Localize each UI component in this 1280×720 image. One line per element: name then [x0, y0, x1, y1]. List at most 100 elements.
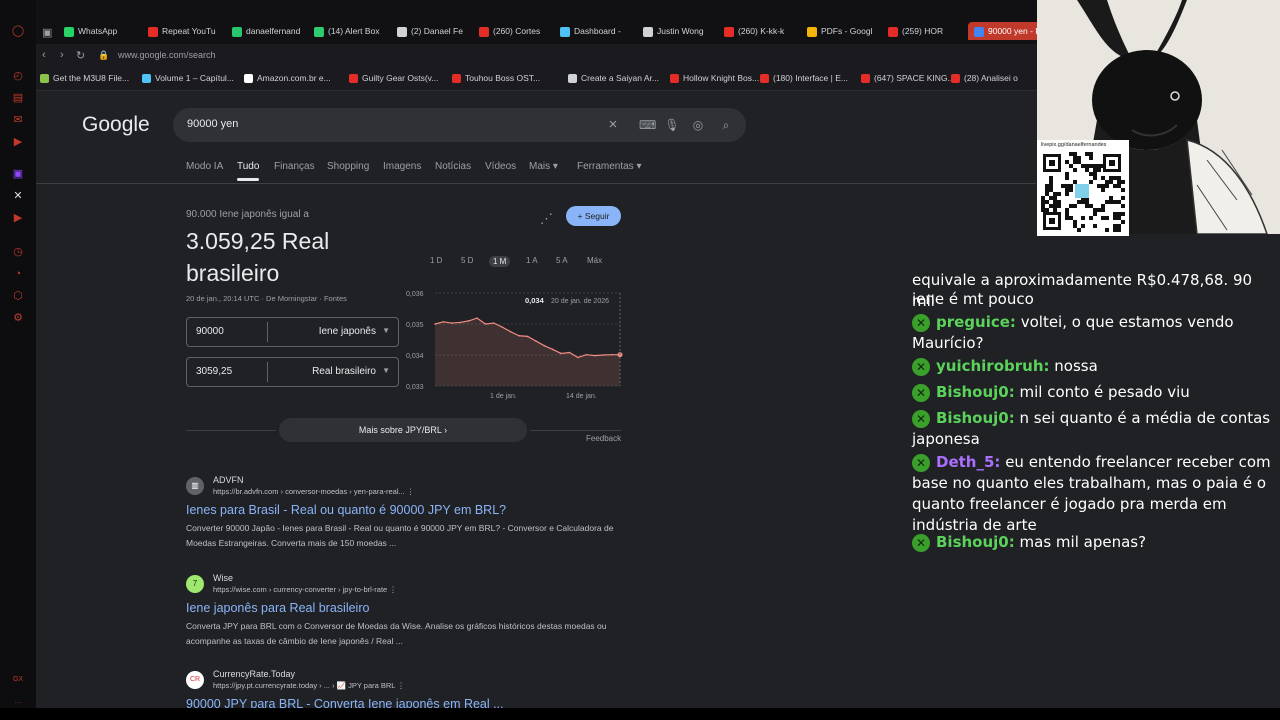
browser-tab[interactable]: Dashboard - — [560, 22, 632, 40]
from-currency-select[interactable]: Iene japonês — [319, 326, 376, 337]
opera-sidebar: ◯ ◴ ▤ ✉ ▶ ▣ ✕ ▶ ◷ ◔ ⬡ ⚙ GX … — [0, 0, 36, 708]
chat-username[interactable]: Bishouj0: — [936, 383, 1015, 401]
from-currency-field[interactable]: 90000 Iene japonês ▼ — [186, 317, 399, 347]
range-button[interactable]: 5 A — [556, 256, 568, 265]
range-button[interactable]: 5 D — [461, 256, 473, 265]
share-icon[interactable]: ⋰ — [540, 211, 553, 227]
extensions-icon[interactable]: ⬡ — [11, 289, 25, 303]
search-box[interactable]: 90000 yen × ⌨ 🎙 ◎ ⌕ — [173, 108, 746, 142]
result-site-name[interactable]: CurrencyRate.Today — [213, 669, 295, 679]
filter-tab[interactable]: Imagens — [383, 161, 421, 172]
range-button[interactable]: 1 D — [430, 256, 442, 265]
chat-username[interactable]: Bishouj0: — [936, 409, 1015, 427]
bookmark-item[interactable]: (647) SPACE KING... — [861, 73, 955, 84]
opera-logo-icon[interactable]: ◯ — [11, 24, 25, 38]
more-icon[interactable]: … — [11, 695, 25, 708]
filter-tab[interactable]: Tudo — [237, 161, 260, 181]
result-url[interactable]: https://wise.com › currency-converter › … — [213, 585, 397, 594]
result-site-name[interactable]: Wise — [213, 573, 233, 583]
result-url[interactable]: https://br.advfn.com › conversor-moedas … — [213, 487, 414, 496]
result-url[interactable]: https://jpy.pt.currencyrate.today › ... … — [213, 681, 405, 690]
back-icon[interactable]: ‹ — [42, 49, 46, 61]
browser-tab[interactable]: 90000 yen - P — [968, 22, 1042, 40]
result-title-link[interactable]: Iene japonês para Real brasileiro — [186, 601, 369, 615]
to-currency-field[interactable]: 3059,25 Real brasileiro ▼ — [186, 357, 399, 387]
browser-tab[interactable]: (14) Alert Box — [314, 22, 386, 40]
forward-icon[interactable]: › — [60, 49, 64, 61]
exchange-rate-chart[interactable]: 0,036 0,035 0,034 0,033 0,034 20 de jan. de 2… — [404, 285, 654, 400]
browser-tab[interactable]: WhatsApp — [64, 22, 136, 40]
range-button[interactable]: 1 A — [526, 256, 538, 265]
from-amount[interactable]: 90000 — [196, 326, 224, 337]
browser-tab[interactable]: (2) Danael Fe — [397, 22, 469, 40]
tab-favicon-icon — [314, 26, 324, 37]
browser-tab[interactable]: danaelfernand — [232, 22, 304, 40]
feedback-link[interactable]: Feedback — [586, 434, 621, 443]
filter-tab[interactable]: Modo IA — [186, 161, 223, 172]
range-button[interactable]: 1 M — [489, 256, 511, 267]
bag-icon[interactable]: ▤ — [11, 91, 25, 105]
chevron-down-icon[interactable]: ▼ — [382, 366, 390, 375]
keyboard-icon[interactable]: ⌨ — [639, 117, 656, 133]
tab-overview-icon[interactable]: ▣ — [42, 26, 52, 39]
filter-tab[interactable]: Finanças — [274, 161, 315, 172]
youtube-icon[interactable]: ▶ — [11, 211, 25, 225]
chart-point — [593, 354, 596, 357]
to-amount[interactable]: 3059,25 — [196, 366, 232, 377]
timer-icon[interactable]: ◔ — [11, 267, 25, 281]
bookmark-item[interactable]: (180) Interface | E... — [760, 73, 848, 84]
filter-tab[interactable]: Vídeos — [485, 161, 516, 172]
result-site-name[interactable]: ADVFN — [213, 475, 244, 485]
bookmark-item[interactable]: Create a Saiyan Ar... — [568, 73, 659, 84]
chat-username[interactable]: preguice: — [936, 313, 1016, 331]
twitch-icon[interactable]: ▣ — [11, 167, 25, 181]
result-title-link[interactable]: 90000 JPY para BRL - Converta Iene japon… — [186, 697, 504, 708]
follow-button[interactable]: + Seguir — [566, 206, 621, 226]
chat-icon[interactable]: ✉ — [11, 113, 25, 127]
lens-icon[interactable]: ◎ — [690, 117, 706, 133]
history-icon[interactable]: ◴ — [11, 69, 25, 83]
browser-tab[interactable]: (259) HOR — [888, 22, 960, 40]
browser-tab[interactable]: (260) K-kk-k — [724, 22, 796, 40]
url-field[interactable]: www.google.com/search — [118, 50, 216, 60]
x-icon[interactable]: ✕ — [11, 189, 25, 203]
bookmark-favicon-icon — [951, 74, 960, 84]
chat-message: ✕ Bishouj0: mil conto é pesado viu — [912, 382, 1272, 403]
more-about-button[interactable]: Mais sobre JPY/BRL › — [279, 418, 527, 442]
clear-icon[interactable]: × — [605, 117, 621, 133]
to-currency-select[interactable]: Real brasileiro — [312, 366, 376, 377]
result-title-link[interactable]: Ienes para Brasil - Real ou quanto é 900… — [186, 503, 506, 517]
browser-tab[interactable]: Repeat YouTu — [148, 22, 220, 40]
browser-tab[interactable]: PDFs - Googl — [807, 22, 879, 40]
filter-tab[interactable]: Ferramentas ▾ — [577, 161, 641, 172]
chat-message: ✕ Bishouj0: mas mil apenas? — [912, 532, 1272, 553]
google-logo[interactable]: Google — [82, 113, 150, 137]
range-button[interactable]: Máx — [587, 256, 602, 265]
chevron-down-icon[interactable]: ▼ — [382, 326, 390, 335]
bookmark-item[interactable]: Touhou Boss OST... — [452, 73, 540, 84]
chat-username[interactable]: Deth_5: — [936, 453, 1000, 471]
bookmark-item[interactable]: Amazon.com.br e... — [244, 73, 331, 84]
bookmark-item[interactable]: Guilty Gear Osts(v... — [349, 73, 438, 84]
bookmark-item[interactable]: Get the M3U8 File... — [40, 73, 129, 84]
reload-icon[interactable]: ↻ — [76, 49, 85, 62]
chat-username[interactable]: yuichirobruh: — [936, 357, 1050, 375]
filter-tab[interactable]: Mais ▾ — [529, 161, 558, 172]
mic-icon[interactable]: 🎙 — [664, 117, 680, 133]
chart-point — [501, 326, 504, 328]
browser-tab[interactable]: (260) Cortes — [479, 22, 551, 40]
video-icon[interactable]: ▶ — [11, 135, 25, 149]
settings-icon[interactable]: ⚙ — [11, 311, 25, 325]
chat-username[interactable]: Bishouj0: — [936, 533, 1015, 551]
clock-icon[interactable]: ◷ — [11, 245, 25, 259]
bookmark-item[interactable]: (28) Analisei o — [951, 73, 1018, 84]
browser-tab[interactable]: Justin Wong — [643, 22, 715, 40]
filter-tab[interactable]: Notícias — [435, 161, 471, 172]
bookmark-item[interactable]: Volume 1 – Capítul... — [142, 73, 234, 84]
verified-badge-icon: ✕ — [912, 409, 930, 428]
search-input[interactable]: 90000 yen — [187, 118, 238, 130]
bookmark-item[interactable]: Hollow Knight Bos... — [670, 73, 759, 84]
filter-tab[interactable]: Shopping — [327, 161, 369, 172]
search-icon[interactable]: ⌕ — [718, 117, 734, 133]
gx-icon[interactable]: GX — [11, 673, 25, 687]
